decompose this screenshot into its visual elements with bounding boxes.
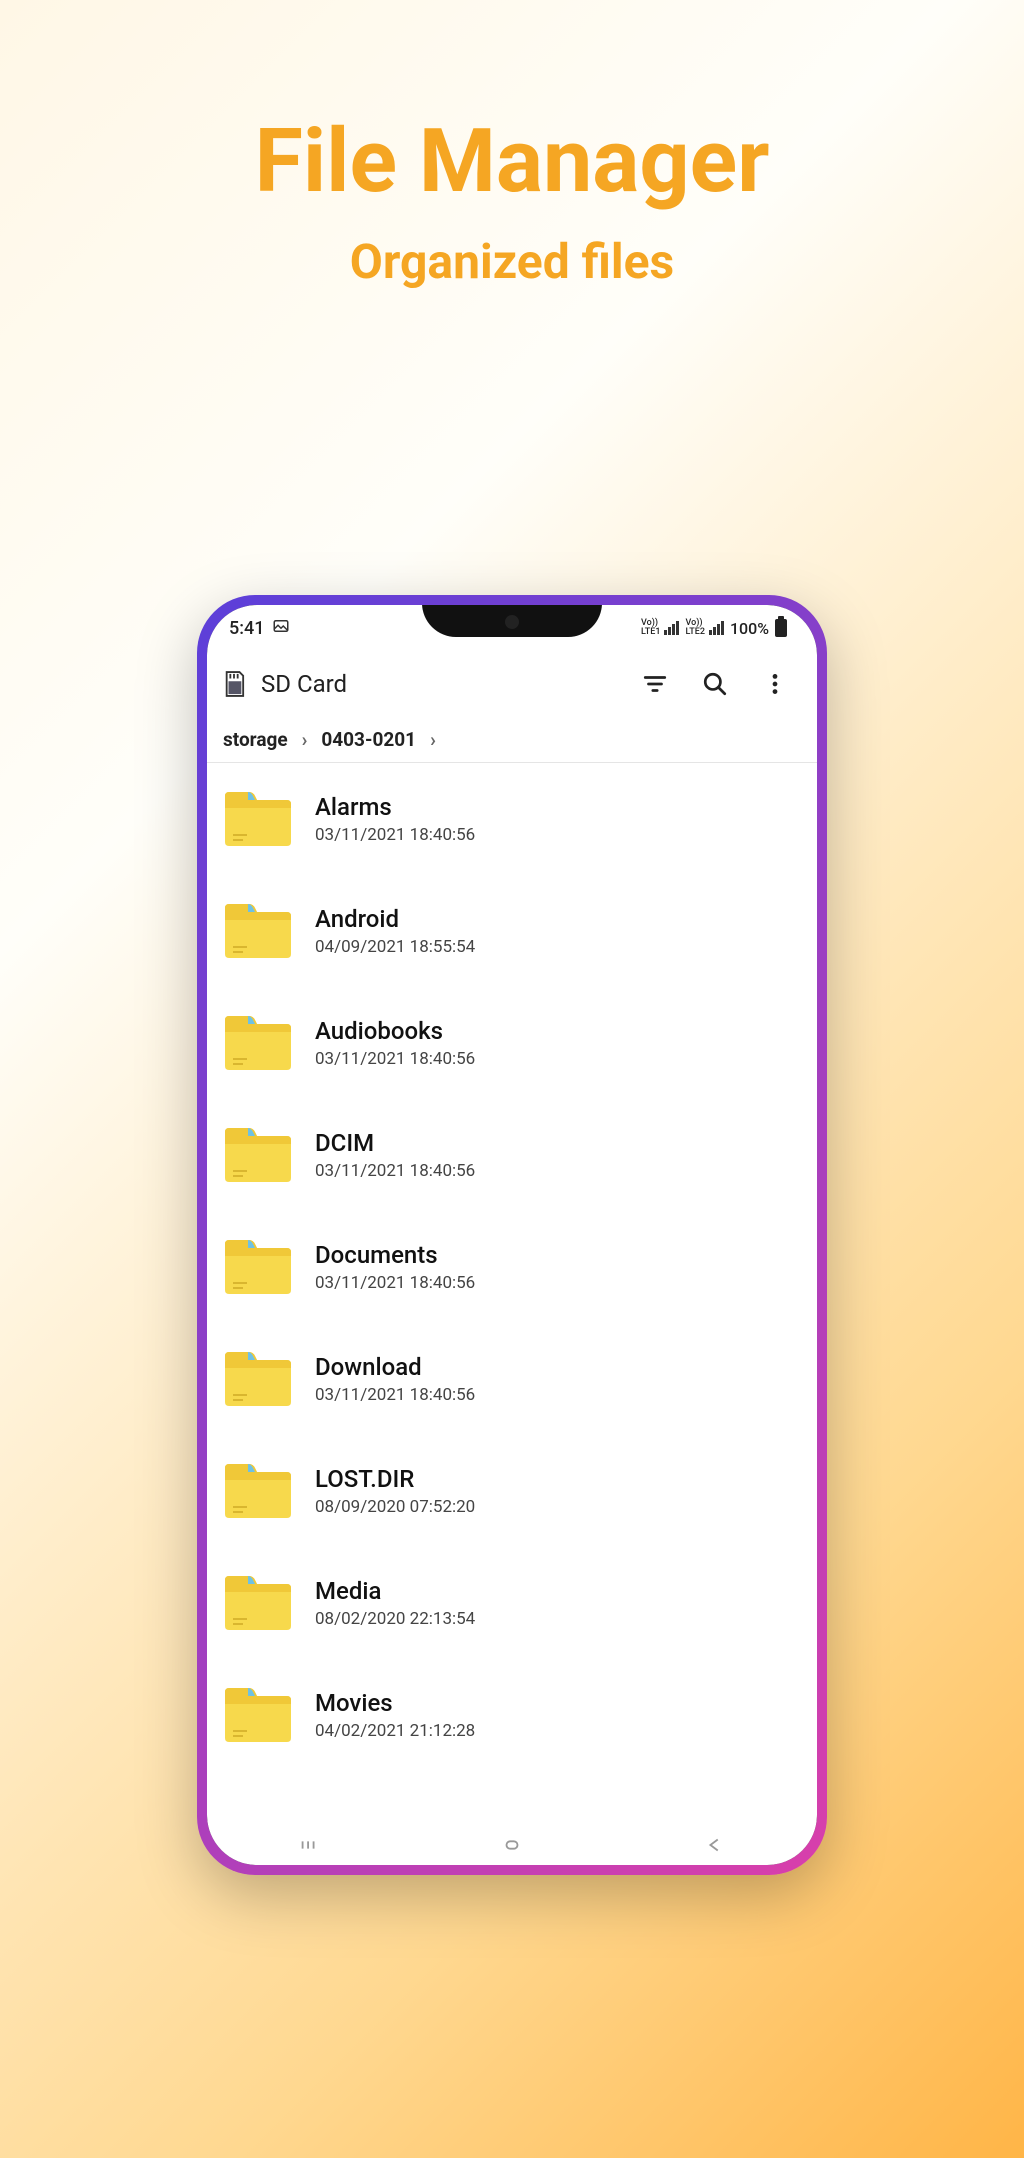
folder-date: 08/09/2020 07:52:20 [315, 1497, 475, 1517]
folder-name: Documents [315, 1241, 475, 1269]
folder-date: 08/02/2020 22:13:54 [315, 1609, 475, 1629]
folder-name: Audiobooks [315, 1017, 475, 1045]
phone-screen: 5:41 Vo))LTE1 Vo))LTE2 100% [207, 605, 817, 1865]
folder-icon [223, 1238, 293, 1296]
folder-icon [223, 1126, 293, 1184]
chevron-right-icon: › [420, 728, 446, 751]
file-info: LOST.DIR 08/09/2020 07:52:20 [315, 1465, 475, 1517]
folder-item[interactable]: Movies 04/02/2021 21:12:28 [207, 1659, 817, 1771]
folder-icon [223, 1574, 293, 1632]
file-info: DCIM 03/11/2021 18:40:56 [315, 1129, 475, 1181]
more-options-button[interactable] [753, 662, 797, 706]
file-list[interactable]: Alarms 03/11/2021 18:40:56 Android 04/09/2… [207, 763, 817, 1825]
folder-item[interactable]: Download 03/11/2021 18:40:56 [207, 1323, 817, 1435]
network-indicator-1: Vo))LTE1 [641, 619, 679, 637]
folder-item[interactable]: Documents 03/11/2021 18:40:56 [207, 1211, 817, 1323]
folder-item[interactable]: Android 04/09/2021 18:55:54 [207, 875, 817, 987]
picture-icon [272, 617, 290, 640]
folder-name: Alarms [315, 793, 475, 821]
folder-date: 03/11/2021 18:40:56 [315, 1385, 475, 1405]
folder-date: 04/09/2021 18:55:54 [315, 937, 475, 957]
folder-icon [223, 790, 293, 848]
status-right: Vo))LTE1 Vo))LTE2 100% [641, 619, 787, 638]
breadcrumb: storage › 0403-0201 › [207, 717, 817, 763]
folder-name: Download [315, 1353, 475, 1381]
sdcard-icon [223, 670, 245, 698]
breadcrumb-item-id[interactable]: 0403-0201 [317, 728, 420, 751]
folder-icon [223, 902, 293, 960]
folder-item[interactable]: Alarms 03/11/2021 18:40:56 [207, 763, 817, 875]
folder-item[interactable]: LOST.DIR 08/09/2020 07:52:20 [207, 1435, 817, 1547]
toolbar: SD Card [207, 651, 817, 717]
folder-item[interactable]: Audiobooks 03/11/2021 18:40:56 [207, 987, 817, 1099]
file-info: Movies 04/02/2021 21:12:28 [315, 1689, 475, 1741]
file-info: Alarms 03/11/2021 18:40:56 [315, 793, 475, 845]
folder-icon [223, 1014, 293, 1072]
network-indicator-2: Vo))LTE2 [685, 619, 723, 637]
folder-icon [223, 1462, 293, 1520]
status-left: 5:41 [229, 617, 290, 640]
nav-home-button[interactable] [501, 1834, 523, 1856]
nav-recent-button[interactable] [298, 1834, 320, 1856]
battery-percentage: 100% [730, 619, 769, 638]
folder-name: LOST.DIR [315, 1465, 475, 1493]
nav-back-button[interactable] [704, 1834, 726, 1856]
phone-inner: 5:41 Vo))LTE1 Vo))LTE2 100% [207, 605, 817, 1865]
status-time: 5:41 [229, 618, 264, 639]
chevron-right-icon: › [292, 728, 318, 751]
promo-title: File Manager [0, 110, 1024, 213]
phone-frame: 5:41 Vo))LTE1 Vo))LTE2 100% [197, 595, 827, 1875]
breadcrumb-item-storage[interactable]: storage [219, 728, 292, 751]
folder-icon [223, 1350, 293, 1408]
folder-name: Media [315, 1577, 475, 1605]
file-info: Documents 03/11/2021 18:40:56 [315, 1241, 475, 1293]
phone-notch [422, 605, 602, 637]
search-button[interactable] [693, 662, 737, 706]
folder-item[interactable]: Media 08/02/2020 22:13:54 [207, 1547, 817, 1659]
folder-date: 03/11/2021 18:40:56 [315, 825, 475, 845]
folder-item[interactable]: DCIM 03/11/2021 18:40:56 [207, 1099, 817, 1211]
file-info: Android 04/09/2021 18:55:54 [315, 905, 475, 957]
file-info: Download 03/11/2021 18:40:56 [315, 1353, 475, 1405]
filter-button[interactable] [633, 662, 677, 706]
folder-icon [223, 1686, 293, 1744]
folder-date: 03/11/2021 18:40:56 [315, 1049, 475, 1069]
folder-name: Movies [315, 1689, 475, 1717]
folder-date: 03/11/2021 18:40:56 [315, 1273, 475, 1293]
folder-name: DCIM [315, 1129, 475, 1157]
folder-date: 03/11/2021 18:40:56 [315, 1161, 475, 1181]
file-info: Audiobooks 03/11/2021 18:40:56 [315, 1017, 475, 1069]
folder-date: 04/02/2021 21:12:28 [315, 1721, 475, 1741]
toolbar-title: SD Card [261, 670, 617, 698]
android-nav-bar [207, 1825, 817, 1865]
file-info: Media 08/02/2020 22:13:54 [315, 1577, 475, 1629]
battery-icon [775, 619, 787, 637]
promo-subtitle: Organized files [0, 233, 1024, 290]
folder-name: Android [315, 905, 475, 933]
